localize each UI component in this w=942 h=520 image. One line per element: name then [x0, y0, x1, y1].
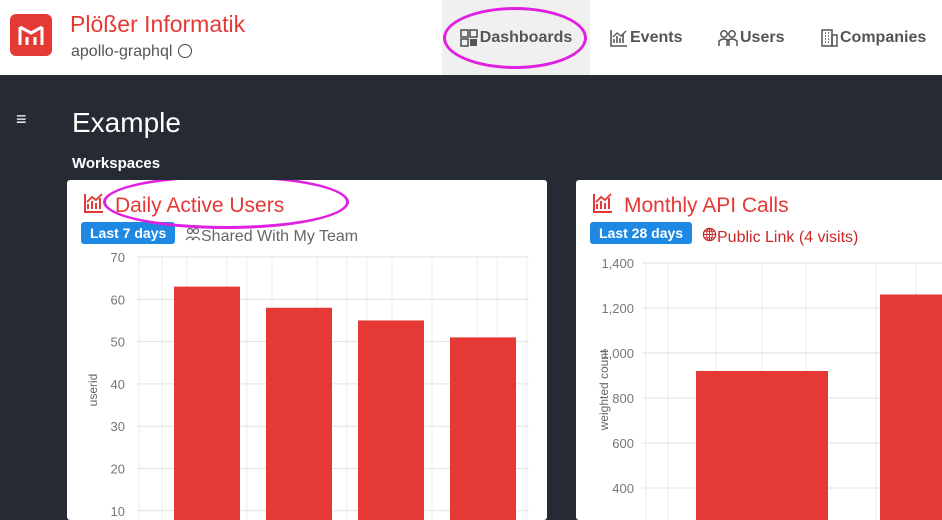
nav-events-label: Events [630, 29, 682, 47]
bar [358, 320, 424, 520]
y-tick-label: 800 [612, 391, 634, 406]
y-tick-label: 60 [111, 292, 125, 307]
nav-users[interactable]: Users [718, 0, 784, 75]
y-tick-label: 30 [111, 419, 125, 434]
bar-chart-daily-active-users: 70 60 50 40 30 20 10 userid [67, 180, 547, 520]
chart-icon [610, 29, 628, 47]
bar [450, 337, 516, 520]
y-tick-label: 1,400 [601, 256, 634, 271]
bar-chart-monthly-api-calls: 1,4001,2001,000800600400weighted count [576, 180, 942, 520]
workspace-name: apollo-graphql [71, 43, 172, 60]
building-icon [820, 29, 838, 47]
users-icon [718, 29, 738, 47]
menu-icon[interactable]: ≡ [16, 109, 27, 130]
logo-icon [18, 23, 44, 47]
y-axis-title: weighted count [597, 349, 611, 431]
y-tick-label: 40 [111, 377, 125, 392]
y-tick-label: 20 [111, 462, 125, 477]
y-tick-label: 600 [612, 436, 634, 451]
bar [696, 371, 828, 520]
nav-dashboards-label: Dashboards [480, 29, 572, 47]
y-tick-label: 50 [111, 335, 125, 350]
nav-users-label: Users [740, 29, 784, 47]
section-label: Workspaces [72, 155, 160, 172]
y-axis-title: userid [86, 374, 100, 407]
brand-title: Plößer Informatik [70, 11, 245, 38]
nav-dashboards[interactable]: Dashboards [442, 0, 590, 75]
dashboard-icon [460, 29, 478, 47]
bar [174, 287, 240, 520]
page-title: Example [72, 107, 181, 139]
bar [266, 308, 332, 520]
y-tick-label: 1,200 [601, 301, 634, 316]
nav-companies-label: Companies [840, 29, 926, 47]
brand-logo[interactable] [10, 14, 52, 56]
bar [880, 295, 942, 520]
top-bar: Plößer Informatik apollo-graphql Dashboa… [0, 0, 942, 75]
check-circle-icon [178, 44, 192, 58]
y-tick-label: 400 [612, 481, 634, 496]
nav-companies[interactable]: Companies [820, 0, 926, 75]
y-tick-label: 10 [111, 504, 125, 519]
dashboard-card-monthly-api-calls[interactable]: Monthly API Calls Last 28 days Public Li… [576, 180, 942, 520]
nav-events[interactable]: Events [610, 0, 682, 75]
workspace-selector[interactable]: apollo-graphql [71, 42, 192, 61]
y-tick-label: 70 [111, 250, 125, 265]
dashboard-card-daily-active-users[interactable]: Daily Active Users Last 7 days Shared Wi… [67, 180, 547, 520]
